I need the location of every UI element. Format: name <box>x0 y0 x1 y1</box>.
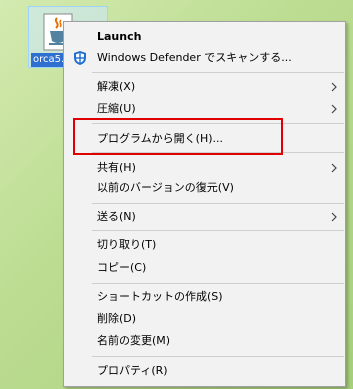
chevron-right-icon <box>331 104 337 114</box>
windows-defender-icon <box>74 51 86 65</box>
menu-separator <box>92 283 344 284</box>
menu-item-defender-label: Windows Defender でスキャンする... <box>97 51 292 64</box>
menu-item-properties-label: プロパティ(R) <box>97 364 168 377</box>
menu-item-send-to[interactable]: 送る(N) <box>64 206 345 228</box>
menu-item-cut[interactable]: 切り取り(T) <box>64 234 345 256</box>
chevron-right-icon <box>331 163 337 173</box>
menu-item-properties[interactable]: プロパティ(R) <box>64 360 345 382</box>
menu-item-delete[interactable]: 削除(D) <box>64 308 345 330</box>
menu-item-cut-label: 切り取り(T) <box>97 238 157 251</box>
menu-item-share[interactable]: 共有(H) <box>64 157 345 179</box>
menu-item-launch-label: Launch <box>97 30 142 43</box>
menu-item-send-to-label: 送る(N) <box>97 210 136 223</box>
menu-item-share-label: 共有(H) <box>97 161 136 174</box>
context-menu: Launch Windows Defender でスキャンする... 解凍(X)… <box>63 21 346 387</box>
menu-item-create-shortcut-label: ショートカットの作成(S) <box>97 290 223 303</box>
menu-item-extract-label: 解凍(X) <box>97 80 136 93</box>
menu-item-restore-previous-label: 以前のバージョンの復元(V) <box>97 181 234 194</box>
chevron-right-icon <box>331 82 337 92</box>
annotation-highlight-box <box>73 118 283 155</box>
menu-item-copy-label: コピー(C) <box>97 261 147 274</box>
menu-separator <box>92 230 344 231</box>
menu-separator <box>92 356 344 357</box>
menu-item-delete-label: 削除(D) <box>97 312 137 325</box>
menu-item-compress[interactable]: 圧縮(U) <box>64 98 345 120</box>
menu-item-launch[interactable]: Launch <box>64 26 345 48</box>
menu-item-compress-label: 圧縮(U) <box>97 102 136 115</box>
chevron-right-icon <box>331 212 337 222</box>
menu-item-rename-label: 名前の変更(M) <box>97 334 171 347</box>
menu-item-defender-scan[interactable]: Windows Defender でスキャンする... <box>64 47 345 69</box>
menu-item-restore-previous[interactable]: 以前のバージョンの復元(V) <box>64 177 345 199</box>
menu-item-copy[interactable]: コピー(C) <box>64 257 345 279</box>
menu-separator <box>92 72 344 73</box>
menu-separator <box>92 203 344 204</box>
menu-item-create-shortcut[interactable]: ショートカットの作成(S) <box>64 286 345 308</box>
menu-item-extract[interactable]: 解凍(X) <box>64 76 345 98</box>
desktop-file-label: orca5. <box>31 53 67 67</box>
menu-item-rename[interactable]: 名前の変更(M) <box>64 330 345 352</box>
